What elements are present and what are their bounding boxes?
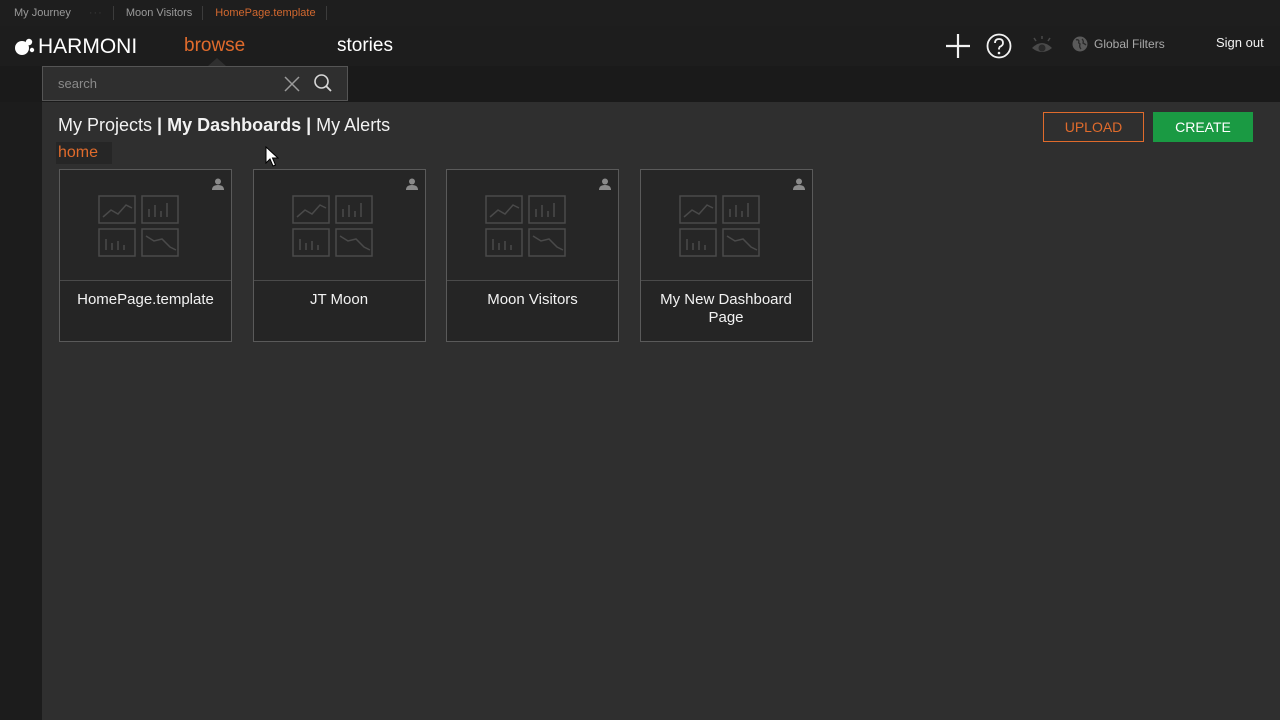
dashboard-thumbnail [253, 170, 425, 281]
browse-caret [208, 58, 226, 66]
dashboard-thumbnail [60, 170, 231, 281]
eye-icon[interactable] [1030, 36, 1054, 56]
plus-icon[interactable] [944, 32, 972, 60]
tab-my-projects[interactable]: My Projects [58, 115, 152, 135]
user-icon [212, 178, 224, 190]
journey-divider [325, 6, 327, 20]
left-sidebar [0, 102, 42, 720]
dashboard-card-title: JT Moon [309, 291, 369, 308]
journey-dots: ··· [88, 7, 103, 19]
global-filters-label: Global Filters [1094, 37, 1165, 51]
search-box [42, 66, 348, 101]
nav-browse[interactable]: browse [184, 35, 245, 57]
dashboard-card[interactable]: HomePage.template [59, 169, 232, 342]
search-input[interactable] [58, 76, 278, 91]
dashboard-card-title: My New Dashboard Page [660, 291, 792, 326]
user-icon [599, 178, 611, 190]
journey-divider [112, 6, 114, 20]
upload-button[interactable]: UPLOAD [1043, 112, 1144, 142]
harmoni-logo-icon [15, 38, 35, 55]
dashboard-thumbnail [447, 170, 618, 281]
journey-item-my-journey[interactable]: My Journey [14, 7, 81, 19]
dashboard-thumbnail-icon [485, 195, 566, 257]
dashboard-card-title: HomePage.template [77, 291, 214, 308]
tab-separator: | [152, 115, 168, 135]
nav-stories[interactable]: stories [337, 35, 393, 57]
dashboard-thumbnail-icon [98, 195, 179, 257]
user-icon [792, 178, 805, 190]
main-content: My Projects | My Dashboards | My Alerts … [42, 102, 1280, 720]
dashboard-thumbnail-icon [678, 195, 760, 257]
journey-item-moon-visitors[interactable]: Moon Visitors [126, 7, 202, 19]
logo-text: HARMONI [38, 35, 138, 58]
dashboard-card[interactable]: My New Dashboard Page [639, 169, 813, 342]
dashboard-card-title: Moon Visitors [487, 291, 578, 308]
tab-my-alerts[interactable]: My Alerts [316, 115, 390, 135]
journey-divider [202, 6, 204, 20]
section-tabs: My Projects | My Dashboards | My Alerts [58, 115, 390, 136]
dashboard-card[interactable]: Moon Visitors [446, 169, 619, 342]
breadcrumb-home[interactable]: home [56, 142, 113, 164]
create-button[interactable]: CREATE [1153, 112, 1253, 142]
tab-separator: | [301, 115, 317, 135]
sign-out-link[interactable]: Sign out [1216, 35, 1264, 50]
dashboard-card[interactable]: JT Moon [252, 169, 426, 342]
global-filters[interactable]: Global Filters [1072, 36, 1165, 52]
harmoni-logo[interactable]: HARMONI [14, 35, 137, 59]
tab-my-dashboards[interactable]: My Dashboards [167, 115, 301, 135]
globe-icon [1072, 36, 1088, 52]
dashboard-thumbnail [640, 170, 812, 281]
dashboard-grid: HomePage.template JT Moon Moon Visitors … [59, 169, 833, 342]
help-icon[interactable] [985, 32, 1013, 60]
user-icon [405, 178, 418, 190]
journey-item-homepage-template[interactable]: HomePage.template [215, 7, 325, 19]
close-icon[interactable] [283, 75, 301, 93]
search-icon[interactable] [313, 73, 333, 93]
dashboard-thumbnail-icon [291, 195, 373, 257]
journey-bar: My Journey ··· Moon Visitors HomePage.te… [0, 0, 1280, 26]
